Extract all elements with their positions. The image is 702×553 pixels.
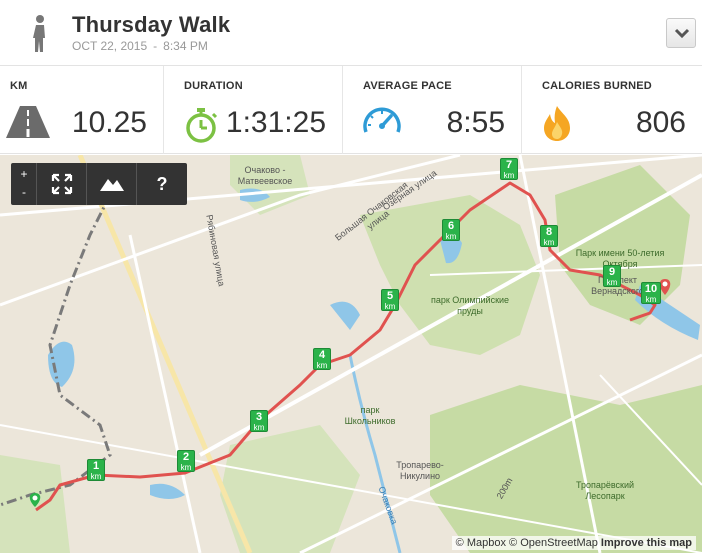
mountain-icon	[100, 179, 124, 191]
map-attribution: © Mapbox © OpenStreetMap Improve this ma…	[451, 536, 696, 550]
flame-icon	[544, 106, 570, 141]
help-label: ?	[156, 174, 168, 194]
stats-bar: KM 10.25 DURATION 1:31:25 AVERAGE PACE 8…	[0, 66, 702, 154]
stat-value: 8:55	[446, 106, 505, 139]
km-marker[interactable]: 9 km	[603, 265, 621, 287]
stat-calories: CALORIES BURNED 806	[522, 66, 702, 154]
help-button[interactable]: ?	[137, 163, 187, 205]
stat-distance: KM 10.25	[0, 66, 164, 154]
map-label-park: парк Школьников	[344, 405, 396, 426]
fullscreen-icon	[51, 173, 73, 195]
route-map[interactable]: Очаково - Матвеевское Большая Очаковская…	[0, 155, 702, 553]
options-menu-button[interactable]	[666, 18, 696, 48]
datetime-separator: -	[153, 39, 158, 53]
workout-datetime: OCT 22, 2015-8:34 PM	[72, 39, 208, 53]
stat-value: 10.25	[71, 106, 147, 139]
map-label-park: Тропарёвский Лесопарк	[575, 480, 635, 501]
fullscreen-button[interactable]	[37, 163, 87, 205]
map-label-district: Тропарево-Никулино	[396, 460, 444, 481]
map-label-ochakovo: Очаково - Матвеевское	[237, 165, 293, 186]
map-controls: + - ?	[11, 163, 187, 205]
stat-pace: AVERAGE PACE 8:55	[343, 66, 522, 154]
stat-value: 806	[635, 106, 686, 139]
km-marker[interactable]: 2 km	[177, 450, 195, 472]
km-marker[interactable]: 1 km	[87, 459, 105, 481]
stat-label: DURATION	[184, 80, 243, 92]
km-marker[interactable]: 8 km	[540, 225, 558, 247]
road-icon	[6, 106, 50, 138]
km-marker[interactable]: 3 km	[250, 410, 268, 432]
stat-label: CALORIES BURNED	[542, 80, 652, 92]
stat-label: KM	[10, 80, 28, 92]
zoom-in-button[interactable]: +	[11, 167, 37, 181]
workout-time: 8:34 PM	[163, 39, 208, 53]
chevron-down-icon	[674, 28, 690, 39]
stat-duration: DURATION 1:31:25	[164, 66, 343, 154]
speedometer-icon	[363, 107, 401, 133]
map-label-park: парк Олимпийские пруды	[430, 295, 510, 316]
improve-map-link[interactable]: Improve this map	[601, 537, 692, 549]
walking-person-icon	[33, 15, 45, 52]
terrain-button[interactable]	[87, 163, 137, 205]
stopwatch-icon	[186, 108, 218, 143]
workout-header: Thursday Walk OCT 22, 2015-8:34 PM	[0, 0, 702, 66]
zoom-controls: + -	[11, 163, 37, 205]
workout-title: Thursday Walk	[72, 12, 231, 37]
km-marker[interactable]: 7 km	[500, 158, 518, 180]
zoom-out-button[interactable]: -	[11, 185, 37, 199]
osm-credit-link[interactable]: © OpenStreetMap	[509, 537, 598, 549]
workout-date: OCT 22, 2015	[72, 39, 148, 53]
stat-label: AVERAGE PACE	[363, 80, 452, 92]
km-marker[interactable]: 6 km	[442, 219, 460, 241]
km-marker[interactable]: 4 km	[313, 348, 331, 370]
mapbox-credit-link[interactable]: © Mapbox	[456, 537, 506, 549]
km-marker[interactable]: 5 km	[381, 289, 399, 311]
stat-value: 1:31:25	[225, 106, 326, 139]
km-marker[interactable]: 10 km	[641, 282, 661, 304]
